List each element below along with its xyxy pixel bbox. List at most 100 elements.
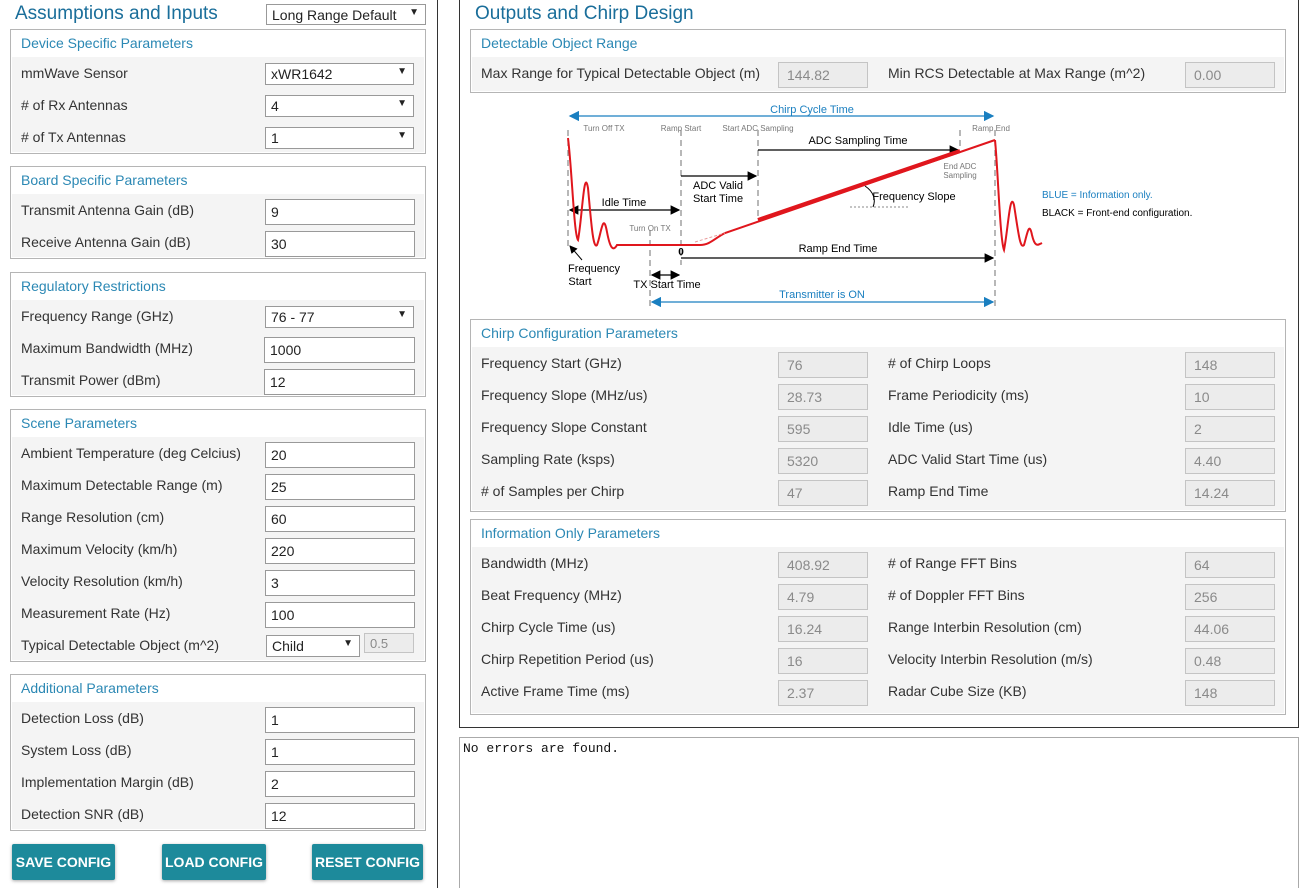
object-label: Typical Detectable Object (m^2) [21, 637, 219, 653]
freq-range-select[interactable]: 76 - 77 ▼ [265, 306, 414, 328]
tx-gain-label: Transmit Antenna Gain (dB) [21, 202, 195, 218]
scene-panel: Scene Parameters Ambient Temperature (de… [10, 409, 426, 662]
max-bw-label: Maximum Bandwidth (MHz) [21, 340, 193, 356]
chirp-row-1-field-1 [778, 384, 868, 410]
chirp-config-panel: Chirp Configuration Parameters Frequency… [470, 319, 1286, 512]
chirp-tail-waveform [994, 139, 1043, 254]
chirp-row-0-field-1 [778, 352, 868, 378]
ramp-start-dashed [694, 232, 726, 243]
info-row-1-label-1: Beat Frequency (MHz) [481, 587, 622, 603]
chirp-cycle-label: Chirp Cycle Time [770, 104, 854, 116]
chevron-down-icon: ▼ [409, 7, 419, 18]
tx-label: # of Tx Antennas [21, 129, 126, 145]
device-panel: Device Specific Parameters mmWave Sensor… [10, 29, 426, 154]
device-panel-title: Device Specific Parameters [21, 35, 193, 51]
det-loss-input[interactable] [265, 707, 415, 733]
object-rcs-field [364, 633, 414, 653]
preset-value: Long Range Default [272, 7, 397, 23]
vel-res-label: Velocity Resolution (km/h) [21, 573, 183, 589]
meas-rate-input[interactable] [265, 602, 415, 628]
max-vel-input[interactable] [265, 538, 415, 564]
adc-sampling-label: ADC Sampling Time [808, 135, 907, 147]
chirp-row-1-field-2 [1185, 384, 1275, 410]
chirp-row-2-field-2 [1185, 416, 1275, 442]
additional-panel-title: Additional Parameters [21, 680, 159, 696]
tx-gain-input[interactable] [265, 199, 415, 225]
info-row-3-field-1 [778, 648, 868, 674]
sensor-select[interactable]: xWR1642 ▼ [265, 63, 414, 85]
chirp-row-3-label-1: Sampling Rate (ksps) [481, 451, 615, 467]
tx-power-label: Transmit Power (dBm) [21, 372, 161, 388]
outputs-title: Outputs and Chirp Design [475, 3, 694, 24]
max-vel-label: Maximum Velocity (km/h) [21, 541, 178, 557]
legend-black: BLACK = Front-end configuration. [1042, 208, 1192, 219]
chirp-row-4-label-2: Ramp End Time [888, 483, 989, 499]
info-row-1-field-1 [778, 584, 868, 610]
sys-loss-input[interactable] [265, 739, 415, 765]
chevron-down-icon: ▼ [397, 130, 407, 141]
error-console[interactable]: No errors are found. [459, 737, 1299, 888]
ramp-end-label: Ramp End [972, 124, 1010, 133]
tx-power-input[interactable] [264, 369, 415, 395]
ramp-start-label: Ramp Start [661, 124, 702, 133]
chirp-row-0-label-2: # of Chirp Loops [888, 355, 991, 371]
zero-label: 0 [678, 247, 684, 258]
info-row-4-label-1: Active Frame Time (ms) [481, 683, 630, 699]
chevron-down-icon: ▼ [397, 66, 407, 77]
chirp-row-0-field-2 [1185, 352, 1275, 378]
max-range-label: Maximum Detectable Range (m) [21, 477, 223, 493]
info-row-2-label-2: Range Interbin Resolution (cm) [888, 619, 1082, 635]
reset-config-button[interactable]: RESET CONFIG [312, 844, 423, 880]
info-row-2-field-2 [1185, 616, 1275, 642]
info-row-0-field-2 [1185, 552, 1275, 578]
max-bw-input[interactable] [264, 337, 415, 363]
object-select[interactable]: Child ▼ [266, 635, 360, 657]
vel-res-input[interactable] [265, 570, 415, 596]
info-row-0-field-1 [778, 552, 868, 578]
info-row-2-label-1: Chirp Cycle Time (us) [481, 619, 616, 635]
info-row-3-label-1: Chirp Repetition Period (us) [481, 651, 654, 667]
freq-range-label: Frequency Range (GHz) [21, 308, 174, 324]
save-config-button[interactable]: SAVE CONFIG [12, 844, 115, 880]
legend-blue: BLUE = Information only. [1042, 190, 1153, 201]
info-row-4-label-2: Radar Cube Size (KB) [888, 683, 1027, 699]
chirp-row-2-label-1: Frequency Slope Constant [481, 419, 647, 435]
chirp-row-3-field-2 [1185, 448, 1275, 474]
rx-gain-input[interactable] [265, 231, 415, 257]
snr-label: Detection SNR (dB) [21, 806, 144, 822]
range-panel: Detectable Object Range Max Range for Ty… [470, 29, 1286, 93]
info-row-3-label-2: Velocity Interbin Resolution (m/s) [888, 651, 1093, 667]
temp-input[interactable] [265, 442, 415, 468]
load-config-button[interactable]: LOAD CONFIG [162, 844, 266, 880]
rx-select[interactable]: 4 ▼ [265, 95, 414, 117]
info-row-1-field-2 [1185, 584, 1275, 610]
turn-off-tx-label: Turn Off TX [583, 124, 625, 133]
end-adc-label-2: Sampling [943, 171, 976, 180]
inputs-title: Assumptions and Inputs [15, 3, 218, 24]
temp-label: Ambient Temperature (deg Celcius) [21, 445, 241, 461]
max-range-input[interactable] [265, 474, 415, 500]
snr-input[interactable] [265, 803, 415, 829]
freq-range-value: 76 - 77 [271, 309, 315, 325]
sensor-label: mmWave Sensor [21, 65, 128, 81]
chirp-row-4-field-1 [778, 480, 868, 506]
timing-guides [567, 130, 996, 310]
sensor-value: xWR1642 [271, 66, 333, 82]
impl-margin-input[interactable] [265, 771, 415, 797]
preset-select[interactable]: Long Range Default ▼ [266, 4, 426, 25]
adc-valid-label-2: Start Time [693, 193, 743, 205]
tx-select[interactable]: 1 ▼ [265, 127, 414, 149]
chirp-row-0-label-1: Frequency Start (GHz) [481, 355, 622, 371]
range-res-input[interactable] [265, 506, 415, 532]
object-value: Child [272, 638, 304, 654]
scene-panel-title: Scene Parameters [21, 415, 137, 431]
ramp-end-time-label: Ramp End Time [799, 243, 878, 255]
freq-start-label-2: Start [568, 276, 591, 288]
min-rcs-label: Min RCS Detectable at Max Range (m^2) [888, 65, 1146, 81]
regulatory-panel-title: Regulatory Restrictions [21, 278, 166, 294]
chirp-row-4-field-2 [1185, 480, 1275, 506]
info-row-3-field-2 [1185, 648, 1275, 674]
column-divider [437, 0, 438, 888]
chevron-down-icon: ▼ [343, 638, 353, 649]
meas-rate-label: Measurement Rate (Hz) [21, 605, 171, 621]
